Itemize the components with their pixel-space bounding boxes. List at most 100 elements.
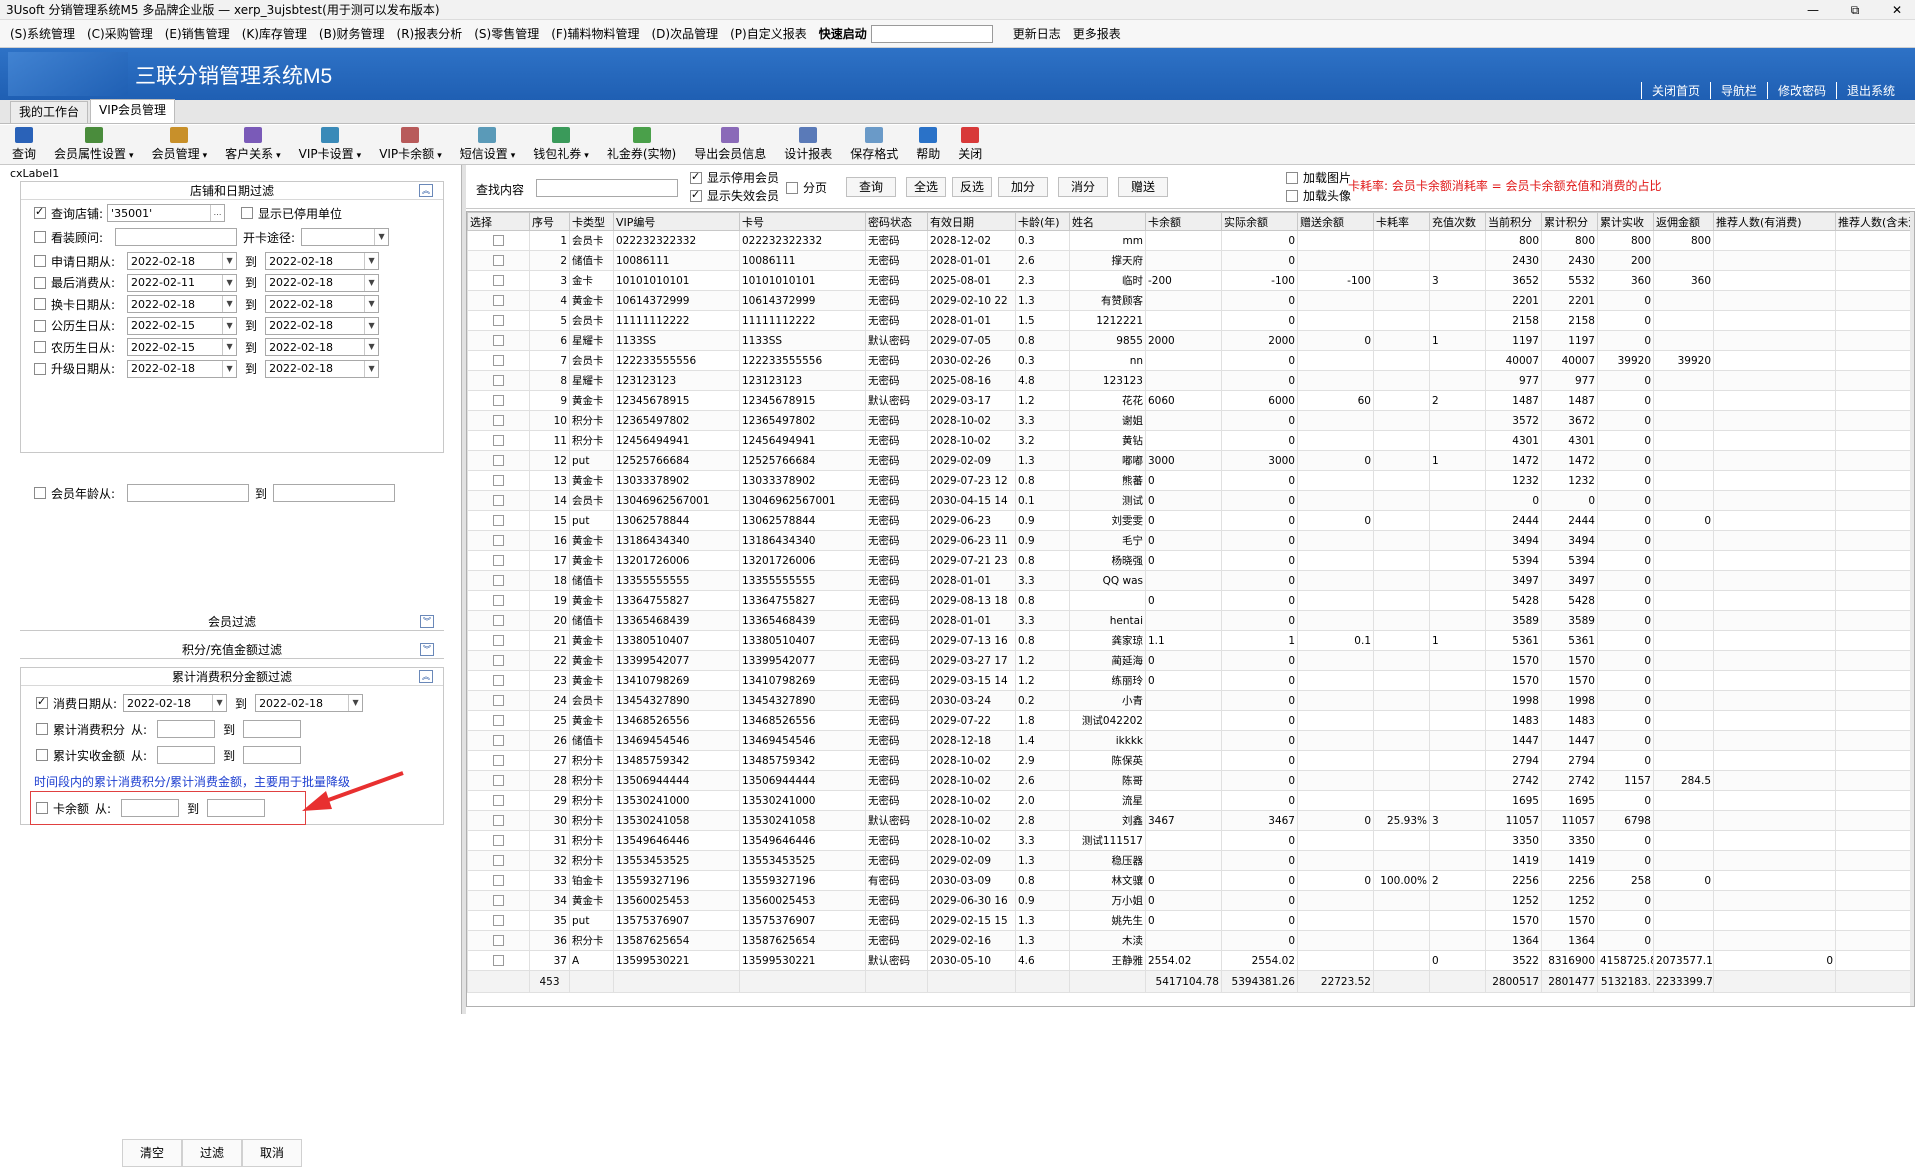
row-checkbox[interactable] (493, 555, 504, 566)
row-select-cell[interactable] (468, 331, 530, 351)
toolbar-button[interactable]: 帮助 (916, 127, 940, 164)
menu-sales[interactable]: (E)销售管理 (159, 25, 236, 42)
row-select-cell[interactable] (468, 411, 530, 431)
row-checkbox[interactable] (493, 415, 504, 426)
column-header[interactable]: 累计积分 (1542, 213, 1598, 231)
row-select-cell[interactable] (468, 611, 530, 631)
row-select-cell[interactable] (468, 891, 530, 911)
row-checkbox[interactable] (493, 275, 504, 286)
menu-changelog[interactable]: 更新日志 (1007, 25, 1067, 42)
row-checkbox[interactable] (493, 375, 504, 386)
table-row[interactable]: 4黄金卡1061437299910614372999无密码2029-02-10 … (468, 291, 1915, 311)
menu-system[interactable]: (S)系统管理 (4, 25, 81, 42)
consultant-input[interactable] (115, 228, 237, 246)
chevron-down-icon[interactable]: ▼ (222, 361, 236, 377)
chevron-down-icon[interactable]: ▼ (364, 339, 378, 355)
vertical-scrollbar[interactable] (1910, 212, 1914, 1006)
menu-defects[interactable]: (D)次品管理 (646, 25, 725, 42)
row-select-cell[interactable] (468, 491, 530, 511)
chevron-down-icon[interactable]: ▾ (203, 151, 208, 161)
table-row[interactable]: 35put1357537690713575376907无密码2029-02-15… (468, 911, 1915, 931)
column-header[interactable]: 当前积分 (1486, 213, 1542, 231)
row-checkbox[interactable] (493, 715, 504, 726)
row-checkbox[interactable] (493, 675, 504, 686)
row-select-cell[interactable] (468, 371, 530, 391)
table-row[interactable]: 32积分卡1355345352513553453525无密码2029-02-09… (468, 851, 1915, 871)
table-row[interactable]: 22黄金卡1339954207713399542077无密码2029-03-27… (468, 651, 1915, 671)
select-all-button[interactable]: 全选 (906, 177, 946, 197)
toolbar-button[interactable]: 会员管理▾ (152, 127, 208, 164)
column-header[interactable]: 充值次数 (1430, 213, 1486, 231)
row-select-cell[interactable] (468, 631, 530, 651)
column-header[interactable]: 卡号 (740, 213, 866, 231)
minimize-button[interactable]: — (1799, 0, 1827, 20)
row-checkbox[interactable] (493, 875, 504, 886)
row-select-cell[interactable] (468, 751, 530, 771)
change-password-link[interactable]: 修改密码 (1767, 82, 1836, 99)
chevron-down-icon[interactable]: ▾ (437, 151, 442, 161)
table-row[interactable]: 2储值卡1008611110086111无密码2028-01-012.6撑天府0… (468, 251, 1915, 271)
search-input[interactable] (536, 179, 678, 197)
logout-link[interactable]: 退出系统 (1836, 82, 1905, 99)
table-row[interactable]: 30积分卡1353024105813530241058默认密码2028-10-0… (468, 811, 1915, 831)
row-checkbox[interactable] (493, 495, 504, 506)
menu-more-reports[interactable]: 更多报表 (1067, 25, 1127, 42)
column-header[interactable]: 累计实收 (1598, 213, 1654, 231)
toolbar-button[interactable]: VIP卡余额▾ (379, 127, 442, 164)
row-checkbox[interactable] (493, 815, 504, 826)
row-checkbox[interactable] (493, 335, 504, 346)
menu-finance[interactable]: (B)财务管理 (313, 25, 391, 42)
toolbar-button[interactable]: 客户关系▾ (225, 127, 281, 164)
toolbar-button[interactable]: 导出会员信息 (694, 127, 766, 164)
table-row[interactable]: 29积分卡1353024100013530241000无密码2028-10-02… (468, 791, 1915, 811)
amount-checkbox[interactable] (36, 749, 48, 761)
column-header[interactable]: 返佣金额 (1654, 213, 1714, 231)
row-checkbox[interactable] (493, 295, 504, 306)
menu-custom-reports[interactable]: (P)自定义报表 (724, 25, 813, 42)
table-row[interactable]: 34黄金卡1356002545313560025453无密码2029-06-30… (468, 891, 1915, 911)
chevron-down-icon[interactable]: ▼ (222, 296, 236, 312)
chevron-down-icon[interactable]: ▼ (222, 275, 236, 291)
column-header[interactable]: 推荐人数(含未消 (1836, 213, 1915, 231)
row-select-cell[interactable] (468, 871, 530, 891)
table-row[interactable]: 19黄金卡1336475582713364755827无密码2029-08-13… (468, 591, 1915, 611)
show-disabled-checkbox[interactable] (241, 207, 253, 219)
column-header[interactable]: 卡余额 (1146, 213, 1222, 231)
date-to-input[interactable]: 2022-02-18▼ (265, 338, 379, 356)
table-row[interactable]: 1会员卡022232322332022232322332无密码2028-12-0… (468, 231, 1915, 251)
menu-purchase[interactable]: (C)采购管理 (81, 25, 159, 42)
quick-launch-input[interactable] (871, 25, 993, 43)
column-header[interactable]: 密码状态 (866, 213, 928, 231)
row-checkbox[interactable] (493, 955, 504, 966)
toolbar-button[interactable]: 钱包礼券▾ (533, 127, 589, 164)
row-select-cell[interactable] (468, 531, 530, 551)
table-row[interactable]: 24会员卡1345432789013454327890无密码2030-03-24… (468, 691, 1915, 711)
date-from-input[interactable]: 2022-02-18▼ (127, 360, 237, 378)
row-checkbox[interactable] (493, 775, 504, 786)
table-row[interactable]: 8星耀卡123123123123123123无密码2025-08-164.812… (468, 371, 1915, 391)
row-select-cell[interactable] (468, 791, 530, 811)
row-select-cell[interactable] (468, 851, 530, 871)
row-select-cell[interactable] (468, 691, 530, 711)
column-header[interactable]: 赠送余额 (1298, 213, 1374, 231)
chevron-down-icon[interactable]: ▾ (584, 151, 589, 161)
table-row[interactable]: 13黄金卡1303337890213033378902无密码2029-07-23… (468, 471, 1915, 491)
table-row[interactable]: 26储值卡1346945454613469454546无密码2028-12-18… (468, 731, 1915, 751)
row-select-cell[interactable] (468, 711, 530, 731)
row-select-cell[interactable] (468, 811, 530, 831)
table-row[interactable]: 17黄金卡1320172600613201726006无密码2029-07-21… (468, 551, 1915, 571)
tab-vip-management[interactable]: VIP会员管理 (90, 99, 175, 123)
row-checkbox[interactable] (493, 895, 504, 906)
row-select-cell[interactable] (468, 911, 530, 931)
date-from-input[interactable]: 2022-02-18▼ (127, 295, 237, 313)
date-range-checkbox[interactable] (34, 277, 46, 289)
table-row[interactable]: 33铂金卡1355932719613559327196有密码2030-03-09… (468, 871, 1915, 891)
row-checkbox[interactable] (493, 395, 504, 406)
table-row[interactable]: 36积分卡1358762565413587625654无密码2029-02-16… (468, 931, 1915, 951)
row-select-cell[interactable] (468, 231, 530, 251)
clear-button[interactable]: 清空 (122, 1139, 182, 1167)
date-range-checkbox[interactable] (34, 320, 46, 332)
table-row[interactable]: 25黄金卡1346852655613468526556无密码2029-07-22… (468, 711, 1915, 731)
row-checkbox[interactable] (493, 655, 504, 666)
row-select-cell[interactable] (468, 471, 530, 491)
